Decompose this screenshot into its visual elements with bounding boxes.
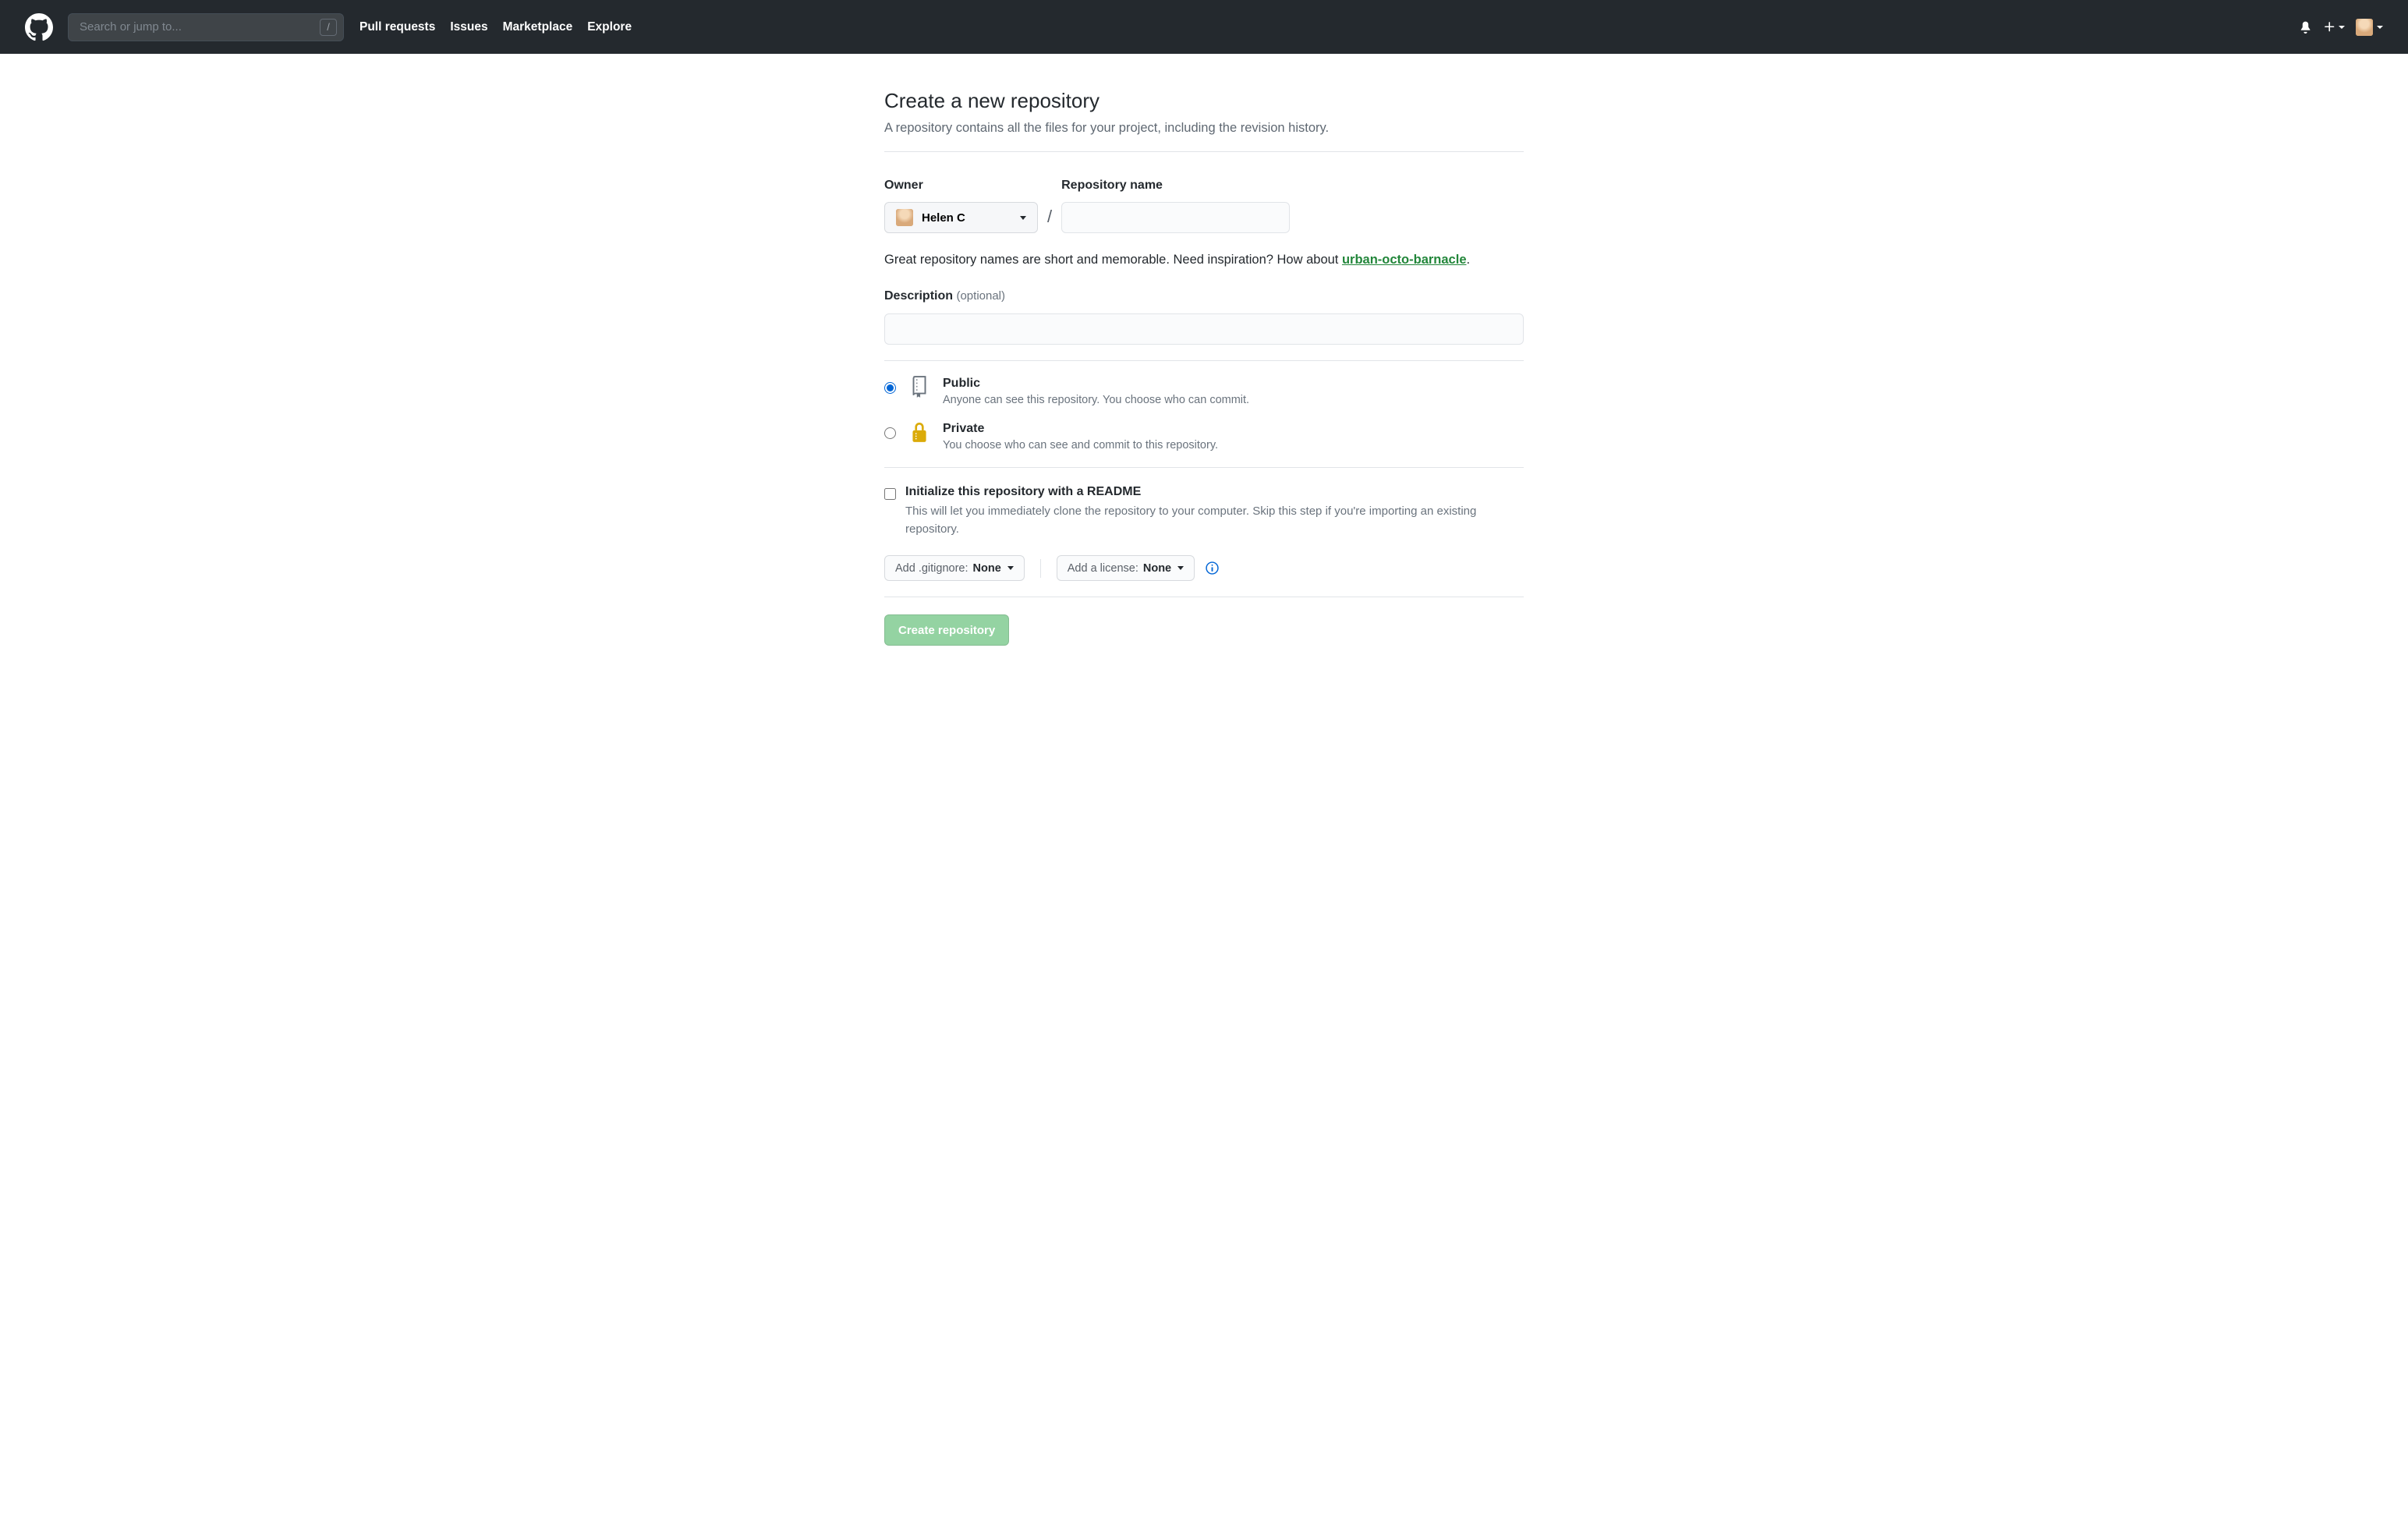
repo-icon [908,375,930,398]
info-icon[interactable] [1206,561,1219,575]
readme-row: Initialize this repository with a README… [884,485,1524,538]
page-title: Create a new repository [884,89,1524,113]
description-input[interactable] [884,313,1524,345]
hint-text: Great repository names are short and mem… [884,253,1342,267]
create-new-dropdown[interactable] [2323,20,2345,34]
nav-explore[interactable]: Explore [587,20,632,34]
public-description: Anyone can see this repository. You choo… [943,394,1249,406]
lock-icon [909,420,930,444]
nav-pull-requests[interactable]: Pull requests [359,20,435,34]
divider [884,151,1524,152]
main-content: Create a new repository A repository con… [884,54,1524,692]
divider [884,467,1524,468]
hint-suffix: . [1467,253,1471,267]
readme-checkbox[interactable] [884,488,896,500]
owner-value: Helen C [922,211,965,225]
divider [1040,559,1041,578]
chevron-down-icon [2377,26,2383,29]
repo-name-label: Repository name [1061,179,1290,193]
description-label: Description (optional) [884,289,1524,303]
page-subtitle: A repository contains all the files for … [884,121,1524,136]
notifications-icon[interactable] [2299,20,2312,34]
create-repository-button[interactable]: Create repository [884,614,1009,646]
name-suggestion-link[interactable]: urban-octo-barnacle [1342,253,1467,267]
chevron-down-icon [2339,26,2345,29]
owner-repo-separator: / [1047,207,1052,227]
gitignore-dropdown[interactable]: Add .gitignore: None [884,555,1025,581]
private-label: Private [943,422,1218,436]
license-dropdown[interactable]: Add a license: None [1057,555,1195,581]
private-description: You choose who can see and commit to thi… [943,439,1218,451]
visibility-public-row: Public Anyone can see this repository. Y… [884,377,1524,406]
owner-repo-row: Owner Helen C / Repository name [884,179,1524,233]
repo-name-input[interactable] [1061,202,1290,233]
chevron-down-icon [1177,566,1184,570]
dropdown-row: Add .gitignore: None Add a license: None [884,555,1524,581]
visibility-private-row: Private You choose who can see and commi… [884,422,1524,451]
owner-label: Owner [884,179,1038,193]
nav-marketplace[interactable]: Marketplace [503,20,573,34]
visibility-public-radio[interactable] [884,382,896,394]
public-label: Public [943,377,1249,391]
search-input[interactable] [80,20,320,34]
search-box[interactable]: / [68,13,344,41]
user-menu-dropdown[interactable] [2356,19,2383,36]
owner-select-button[interactable]: Helen C [884,202,1038,233]
nav-issues[interactable]: Issues [450,20,487,34]
header-right [2299,19,2383,36]
visibility-private-radio[interactable] [884,427,896,439]
readme-label: Initialize this repository with a README [905,485,1482,499]
avatar [896,209,913,226]
github-logo-icon[interactable] [25,13,53,41]
avatar [2356,19,2373,36]
slash-key-hint: / [320,19,337,36]
divider [884,360,1524,361]
chevron-down-icon [1020,216,1026,220]
repo-name-hint: Great repository names are short and mem… [884,253,1524,267]
chevron-down-icon [1007,566,1014,570]
global-header: / Pull requests Issues Marketplace Explo… [0,0,2408,54]
plus-icon [2323,20,2336,34]
header-nav: Pull requests Issues Marketplace Explore [359,20,632,34]
readme-description: This will let you immediately clone the … [905,503,1482,538]
